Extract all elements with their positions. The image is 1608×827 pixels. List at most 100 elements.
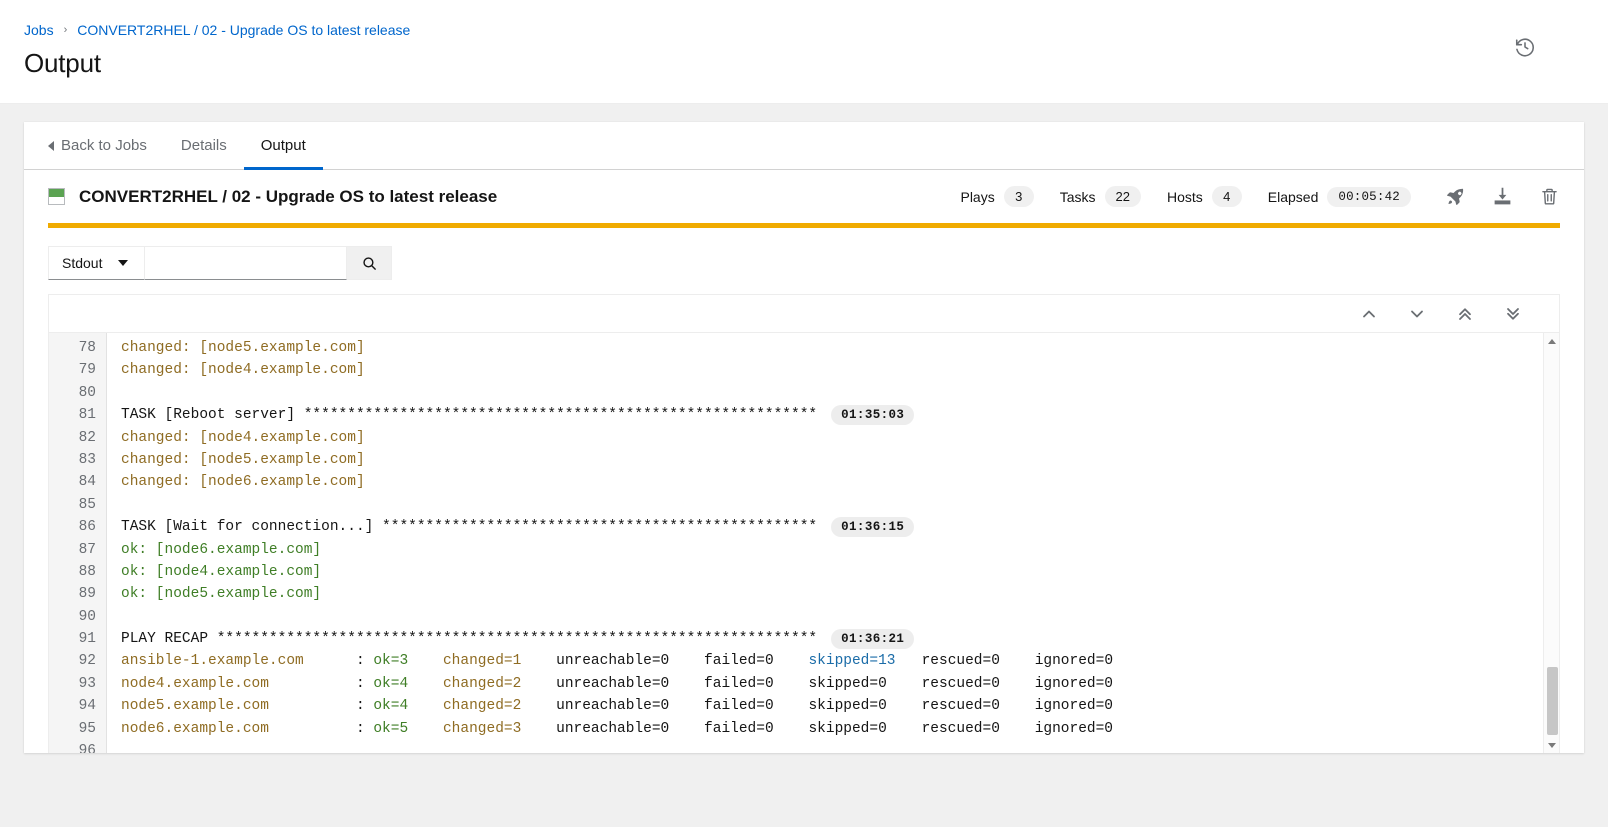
stat-tasks: Tasks 22 xyxy=(1060,186,1141,207)
search-button[interactable] xyxy=(347,246,392,280)
log-segment: ansible-1.example.com xyxy=(121,653,304,670)
line-number: 95 xyxy=(78,720,96,737)
line-number: 96 xyxy=(78,743,96,753)
log-line: changed: [node5.example.com] xyxy=(121,337,1559,359)
log-segment: unreachable=0 failed=0 xyxy=(521,653,809,670)
log-segment: changed: [node5.example.com] xyxy=(121,340,365,356)
download-icon[interactable] xyxy=(1492,186,1513,207)
breadcrumb-separator: › xyxy=(63,24,68,36)
scroll-first-icon[interactable] xyxy=(1457,306,1473,322)
scroll-last-icon[interactable] xyxy=(1505,306,1521,322)
job-action-icons xyxy=(1445,186,1560,207)
log-segment: node6.example.com xyxy=(121,720,269,737)
log-segment: ok=4 xyxy=(373,675,409,692)
line-number: 94 xyxy=(78,698,96,715)
search-input[interactable] xyxy=(145,246,347,280)
log-segment: unreachable=0 failed=0 skipped=0 rescued… xyxy=(521,720,1114,737)
line-number: 92 xyxy=(78,653,96,670)
tab-output[interactable]: Output xyxy=(243,122,323,170)
log-segment: changed: [node4.example.com] xyxy=(121,362,365,379)
line-number: 86 xyxy=(78,519,96,536)
job-title: CONVERT2RHEL / 02 - Upgrade OS to latest… xyxy=(79,186,498,206)
log-segment xyxy=(408,718,443,740)
breadcrumb-item-jobs[interactable]: Jobs xyxy=(24,22,54,38)
scrollbar-thumb[interactable] xyxy=(1547,667,1558,735)
log-line: ansible-1.example.com : ok=3 changed=1 u… xyxy=(121,650,1559,672)
scroll-previous-icon[interactable] xyxy=(1361,306,1377,322)
log-line: ok: [node6.example.com] xyxy=(121,539,1559,561)
log-line: changed: [node4.example.com] xyxy=(121,359,1559,381)
scrollbar-down-arrow[interactable] xyxy=(1544,737,1560,753)
log-segment xyxy=(408,650,443,672)
line-number: 85 xyxy=(78,496,96,513)
scroll-next-icon[interactable] xyxy=(1409,306,1425,322)
log-segment: changed=1 xyxy=(442,653,522,670)
log-segment: : xyxy=(268,720,374,737)
scrollbar-track[interactable] xyxy=(1545,349,1559,737)
line-number: 93 xyxy=(78,675,96,692)
output-nav-toolbar xyxy=(49,295,1559,333)
log-segment xyxy=(408,673,443,695)
log-segment: : xyxy=(303,653,374,670)
log-segment: : xyxy=(268,675,374,692)
log-segment: ok: [node5.example.com] xyxy=(121,586,322,603)
job-title-wrap: CONVERT2RHEL / 02 - Upgrade OS to latest… xyxy=(48,187,934,207)
job-status-icon xyxy=(48,188,65,205)
log-segment: unreachable=0 failed=0 skipped=0 rescued… xyxy=(521,675,1114,692)
line-number: 82 xyxy=(78,429,96,446)
log-line: ok: [node5.example.com] xyxy=(121,583,1559,605)
line-number: 79 xyxy=(78,362,96,379)
stat-elapsed: Elapsed 00:05:42 xyxy=(1267,186,1411,207)
tab-details-label: Details xyxy=(180,137,227,154)
log-segment: rescued=0 ignored=0 xyxy=(895,653,1114,670)
delete-icon[interactable] xyxy=(1539,186,1560,207)
line-number: 87 xyxy=(78,541,96,558)
breadcrumb-item-job[interactable]: CONVERT2RHEL / 02 - Upgrade OS to latest… xyxy=(77,22,410,38)
log-segment: changed: [node5.example.com] xyxy=(121,451,365,468)
stat-plays: Plays 3 xyxy=(960,186,1034,207)
log-timestamp-badge: 01:35:03 xyxy=(831,405,915,426)
line-number: 78 xyxy=(78,340,96,356)
line-number: 81 xyxy=(78,407,96,424)
log-segment: skipped=13 xyxy=(808,653,896,670)
tab-back-to-jobs[interactable]: Back to Jobs xyxy=(44,122,164,169)
line-number: 88 xyxy=(78,563,96,580)
stat-plays-value: 3 xyxy=(1003,186,1034,207)
log-scrollbar[interactable] xyxy=(1543,333,1559,753)
scrollbar-up-arrow[interactable] xyxy=(1544,333,1560,349)
stat-hosts-label: Hosts xyxy=(1166,188,1203,205)
log-timestamp-badge: 01:36:15 xyxy=(831,517,915,538)
job-stats: Plays 3 Tasks 22 Hosts 4 Elapsed 00:05:4… xyxy=(934,186,1560,207)
log-segment: node4.example.com xyxy=(121,675,269,692)
log-line: changed: [node6.example.com] xyxy=(121,471,1559,493)
line-number: 84 xyxy=(78,474,96,491)
relaunch-icon[interactable] xyxy=(1445,186,1466,207)
line-number: 90 xyxy=(78,608,96,625)
page-header: Jobs › CONVERT2RHEL / 02 - Upgrade OS to… xyxy=(0,0,1608,104)
log-segment: changed=2 xyxy=(442,698,522,715)
log-line: TASK [Wait for connection...] **********… xyxy=(121,516,1559,538)
line-number: 83 xyxy=(78,451,96,468)
stat-elapsed-value: 00:05:42 xyxy=(1327,186,1411,207)
stat-plays-label: Plays xyxy=(960,188,995,205)
chevron-left-icon xyxy=(48,140,54,151)
log-segment: ok=3 xyxy=(373,653,409,670)
log-segment: TASK [Reboot server] *******************… xyxy=(121,407,818,424)
output-type-select[interactable]: Stdout xyxy=(48,246,145,280)
tab-details[interactable]: Details xyxy=(164,122,244,169)
tab-back-to-jobs-label: Back to Jobs xyxy=(61,137,147,154)
stat-elapsed-label: Elapsed xyxy=(1267,188,1319,205)
log-segment: ok: [node4.example.com] xyxy=(121,563,322,580)
breadcrumb: Jobs › CONVERT2RHEL / 02 - Upgrade OS to… xyxy=(24,20,1584,40)
history-icon[interactable] xyxy=(1514,36,1536,58)
chevron-down-icon xyxy=(118,260,129,266)
log-line: node6.example.com : ok=5 changed=3 unrea… xyxy=(121,718,1559,740)
stat-hosts-value: 4 xyxy=(1211,186,1242,207)
stat-tasks-value: 22 xyxy=(1104,186,1141,207)
log-segment: ok=4 xyxy=(373,698,409,715)
search-icon xyxy=(362,256,376,270)
job-header: CONVERT2RHEL / 02 - Upgrade OS to latest… xyxy=(24,170,1584,221)
